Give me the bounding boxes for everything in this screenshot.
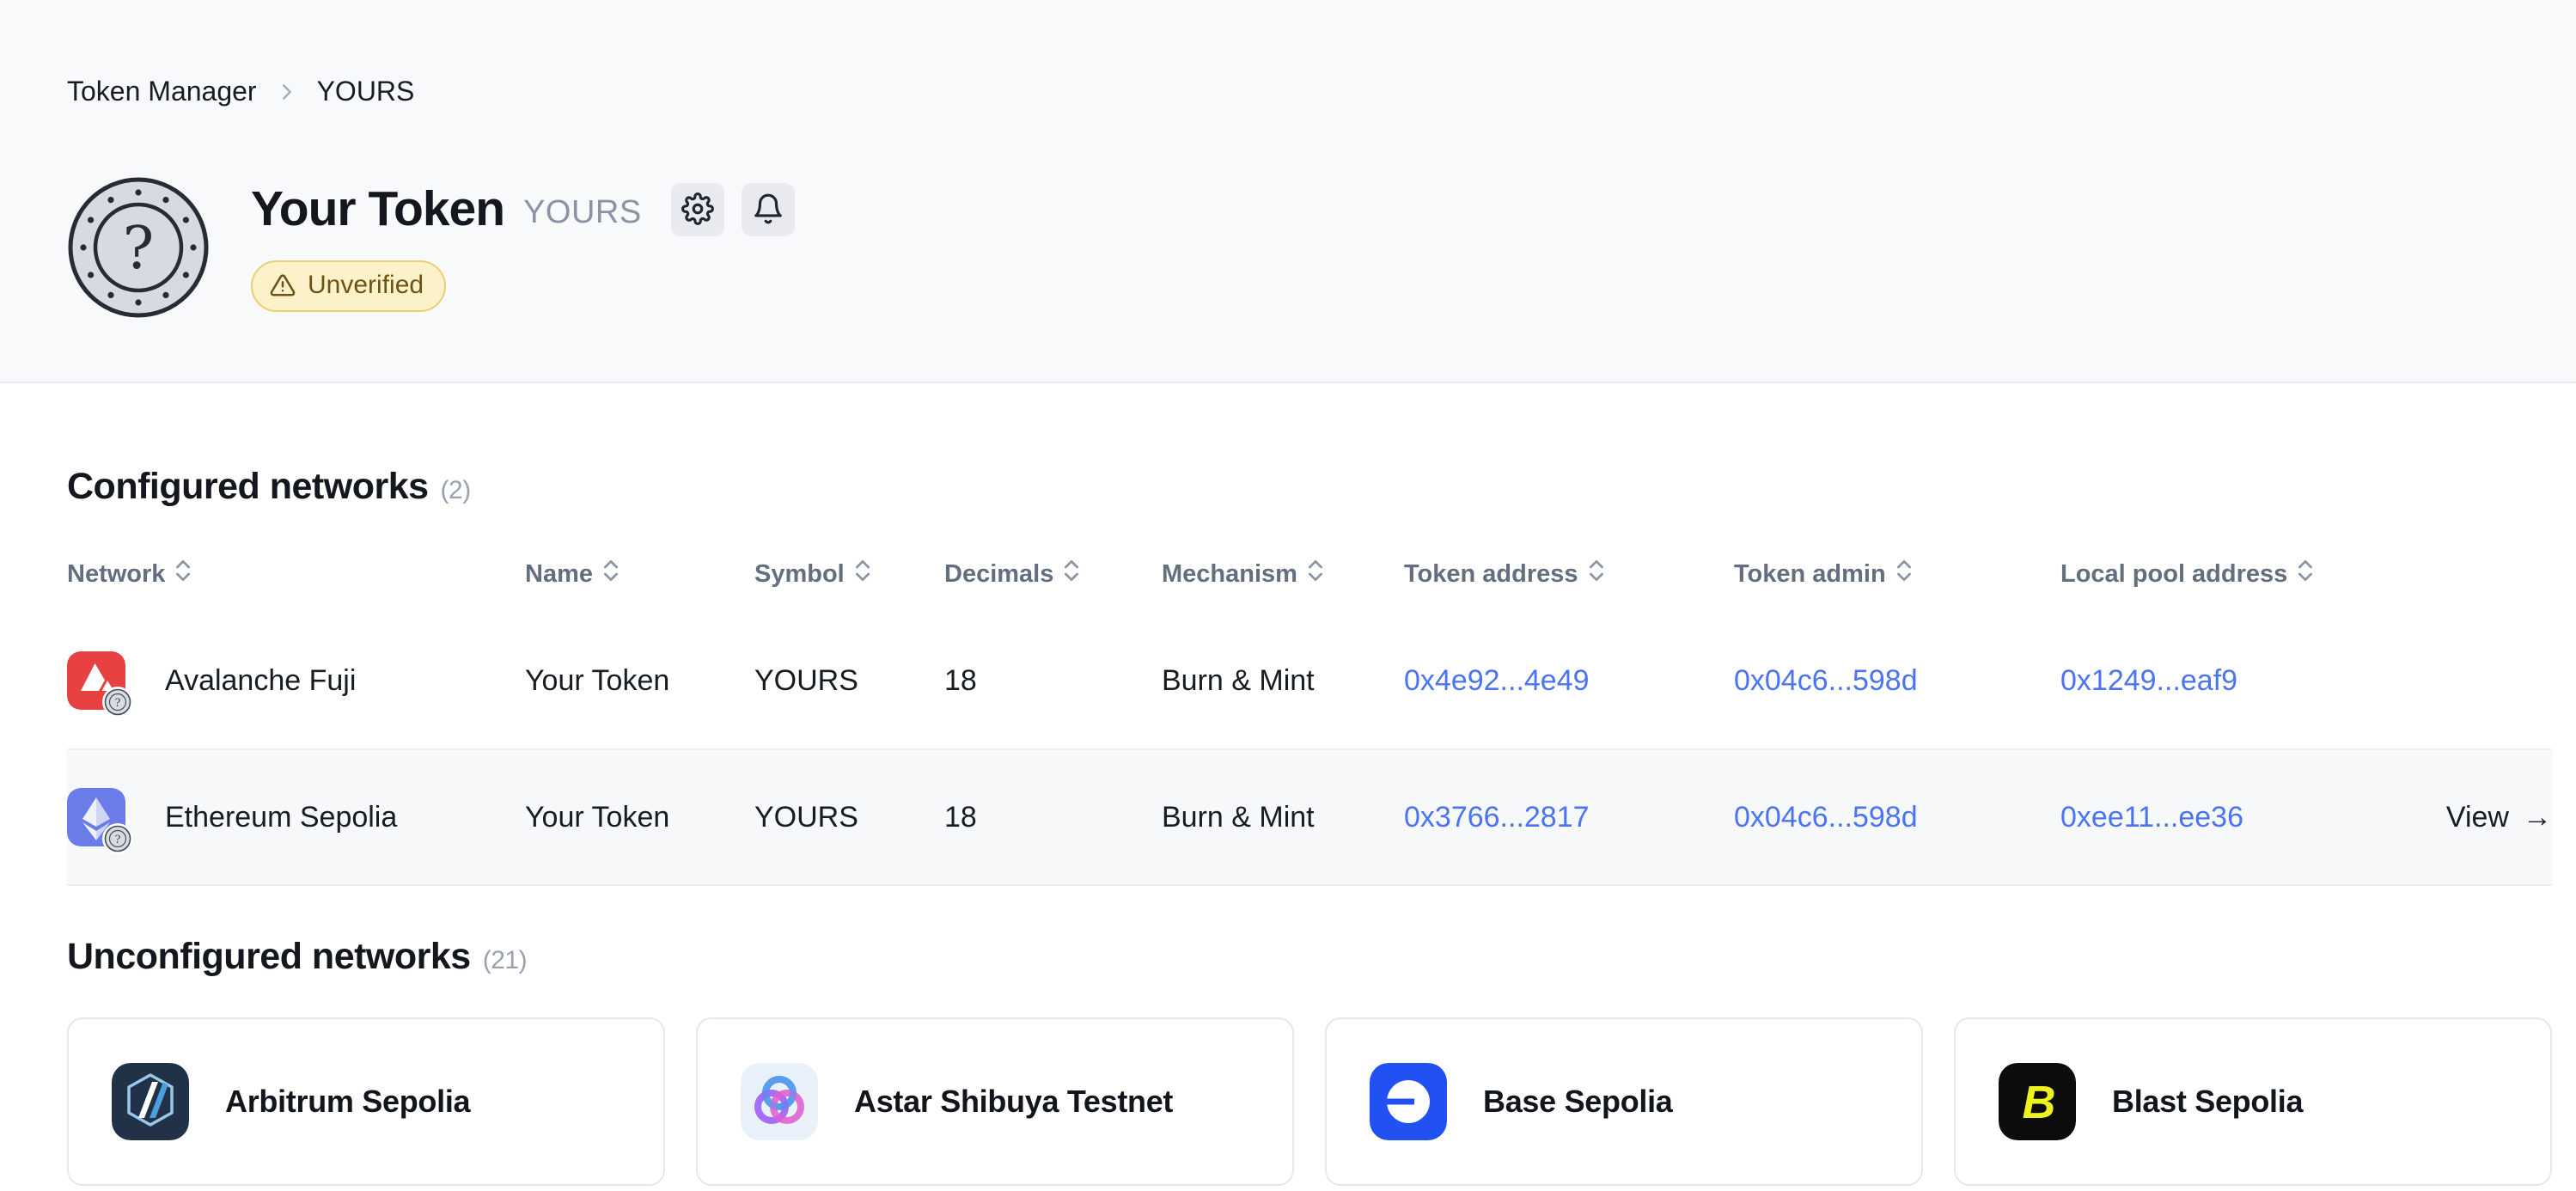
- svg-text:?: ?: [115, 834, 121, 846]
- table-row-avalanche-fuji[interactable]: ? Avalanche Fuji Your Token YOURS 18 Bur…: [67, 613, 2552, 748]
- card-label: Base Sepolia: [1483, 1084, 1673, 1120]
- column-header-mechanism[interactable]: Mechanism: [1162, 557, 1404, 591]
- bell-icon: [752, 192, 784, 228]
- column-header-symbol[interactable]: Symbol: [754, 557, 944, 591]
- unconfigured-networks-title: Unconfigured networks: [67, 936, 471, 978]
- configured-networks-count: (2): [441, 476, 471, 505]
- network-card-blast-sepolia[interactable]: B Blast Sepolia: [1954, 1017, 2552, 1186]
- svg-text:B: B: [2023, 1077, 2056, 1128]
- base-network-icon: [1370, 1063, 1447, 1140]
- column-header-token-address[interactable]: Token address: [1404, 557, 1734, 591]
- sort-icon: [1062, 557, 1081, 591]
- card-label: Blast Sepolia: [2112, 1084, 2303, 1120]
- unknown-token-coin-icon: ?: [101, 822, 134, 855]
- cell-mechanism: Burn & Mint: [1162, 801, 1404, 834]
- breadcrumb: Token Manager YOURS: [67, 0, 2576, 107]
- table-row-ethereum-sepolia[interactable]: ? Ethereum Sepolia Your Token YOURS 18 B…: [67, 748, 2552, 884]
- cell-name: Your Token: [525, 664, 754, 698]
- network-card-base-sepolia[interactable]: Base Sepolia: [1325, 1017, 1923, 1186]
- token-header: ? Your Token YOURS: [67, 176, 2576, 319]
- sort-icon: [2296, 557, 2315, 591]
- cell-decimals: 18: [944, 664, 1162, 698]
- arbitrum-network-icon: [112, 1063, 189, 1140]
- status-badge: Unverified: [251, 260, 446, 312]
- notifications-button[interactable]: [742, 183, 795, 236]
- svg-text:?: ?: [115, 697, 121, 710]
- sort-icon: [601, 557, 620, 591]
- breadcrumb-root[interactable]: Token Manager: [67, 76, 257, 107]
- cell-symbol: YOURS: [754, 664, 944, 698]
- sort-icon: [1306, 557, 1325, 591]
- unconfigured-networks-grid: Arbitrum Sepolia Astar Shibuya Testnet: [67, 1017, 2552, 1186]
- settings-button[interactable]: [671, 183, 724, 236]
- column-header-token-admin[interactable]: Token admin: [1734, 557, 2060, 591]
- configured-networks-title: Configured networks: [67, 466, 429, 508]
- view-link[interactable]: View→: [2404, 801, 2552, 834]
- breadcrumb-current: YOURS: [317, 76, 415, 107]
- sort-icon: [853, 557, 872, 591]
- unknown-token-coin-icon: ?: [101, 686, 134, 718]
- chevron-right-icon: [274, 79, 300, 105]
- column-header-decimals[interactable]: Decimals: [944, 557, 1162, 591]
- column-header-local-pool-address[interactable]: Local pool address: [2060, 557, 2404, 591]
- blast-network-icon: B: [1999, 1063, 2076, 1140]
- token-admin-link[interactable]: 0x04c6...598d: [1734, 801, 1918, 834]
- table-header-row: Network Name Symbol Decimals Mechanism: [67, 535, 2552, 613]
- cell-name: Your Token: [525, 801, 754, 834]
- arrow-right-icon: →: [2523, 801, 2552, 834]
- hero-section: Token Manager YOURS ? Your Token YOURS: [0, 0, 2576, 383]
- configured-networks-heading: Configured networks (2): [67, 466, 2552, 508]
- network-name: Ethereum Sepolia: [165, 801, 397, 834]
- token-title: Your Token: [251, 181, 504, 236]
- status-badge-label: Unverified: [308, 271, 424, 300]
- avalanche-network-icon: ?: [67, 651, 125, 710]
- sort-icon: [1587, 557, 1606, 591]
- cell-mechanism: Burn & Mint: [1162, 664, 1404, 698]
- sort-icon: [1895, 557, 1914, 591]
- configured-networks-table: Network Name Symbol Decimals Mechanism: [67, 535, 2552, 886]
- token-address-link[interactable]: 0x4e92...4e49: [1404, 664, 1590, 697]
- token-symbol: YOURS: [523, 194, 642, 231]
- cell-decimals: 18: [944, 801, 1162, 834]
- unconfigured-networks-count: (21): [483, 946, 527, 975]
- token-address-link[interactable]: 0x3766...2817: [1404, 801, 1590, 834]
- network-card-arbitrum-sepolia[interactable]: Arbitrum Sepolia: [67, 1017, 665, 1186]
- sort-icon: [174, 557, 192, 591]
- svg-text:?: ?: [123, 215, 154, 283]
- local-pool-address-link[interactable]: 0x1249...eaf9: [2060, 664, 2237, 697]
- network-name: Avalanche Fuji: [165, 664, 356, 698]
- column-header-network[interactable]: Network: [67, 557, 525, 591]
- card-label: Arbitrum Sepolia: [225, 1084, 470, 1120]
- warning-triangle-icon: [270, 272, 296, 298]
- network-card-astar-shibuya-testnet[interactable]: Astar Shibuya Testnet: [696, 1017, 1294, 1186]
- astar-network-icon: [741, 1063, 818, 1140]
- local-pool-address-link[interactable]: 0xee11...ee36: [2060, 801, 2243, 834]
- token-avatar-coin: ?: [67, 176, 210, 319]
- ethereum-network-icon: ?: [67, 788, 125, 846]
- gear-icon: [681, 192, 714, 228]
- token-admin-link[interactable]: 0x04c6...598d: [1734, 664, 1918, 697]
- unconfigured-networks-heading: Unconfigured networks (21): [67, 936, 2552, 978]
- card-label: Astar Shibuya Testnet: [854, 1084, 1173, 1120]
- cell-symbol: YOURS: [754, 801, 944, 834]
- column-header-name[interactable]: Name: [525, 557, 754, 591]
